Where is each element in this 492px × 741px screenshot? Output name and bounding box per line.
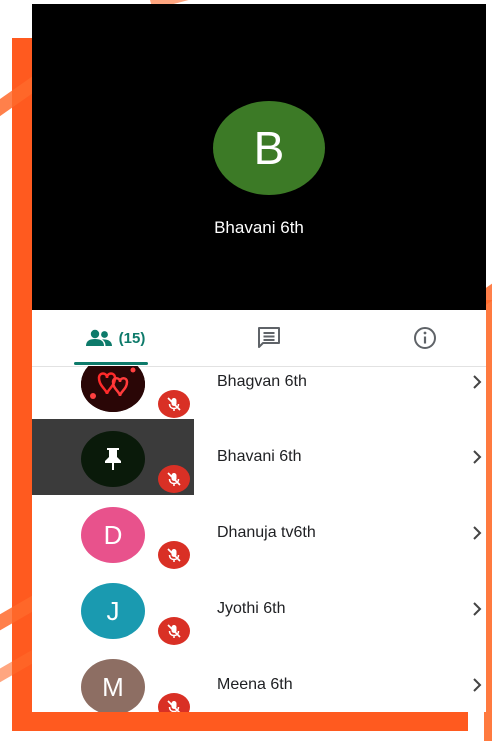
avatar: M bbox=[81, 659, 145, 712]
people-icon bbox=[85, 329, 112, 346]
participant-row[interactable]: J Jyothi 6th bbox=[32, 571, 486, 647]
participant-name: Bhavani 6th bbox=[217, 448, 302, 465]
avatar-cell bbox=[32, 366, 194, 420]
avatar-cell: J bbox=[32, 571, 194, 647]
active-tab-indicator bbox=[74, 362, 148, 365]
mic-off-icon bbox=[158, 541, 190, 569]
mic-off-icon bbox=[158, 617, 190, 645]
chevron-right-icon[interactable] bbox=[472, 419, 482, 495]
avatar bbox=[81, 366, 145, 412]
chevron-right-icon[interactable] bbox=[472, 647, 482, 712]
chevron-right-icon[interactable] bbox=[472, 571, 482, 647]
avatar-cell bbox=[32, 419, 194, 495]
frame-strip-left bbox=[12, 38, 34, 731]
tab-chat[interactable] bbox=[244, 310, 294, 366]
participant-name: Dhanuja tv6th bbox=[217, 524, 316, 541]
mic-off-icon bbox=[158, 390, 190, 418]
tab-people[interactable]: (15) bbox=[72, 310, 158, 366]
frame-strip-bottom bbox=[12, 712, 468, 731]
mic-off-icon bbox=[158, 465, 190, 493]
participant-name: Meena 6th bbox=[217, 676, 293, 693]
main-avatar: B bbox=[213, 101, 325, 195]
avatar: D bbox=[81, 507, 145, 563]
mic-off-icon bbox=[158, 693, 190, 712]
avatar-cell: D bbox=[32, 495, 194, 571]
avatar bbox=[81, 431, 145, 487]
chevron-right-icon[interactable] bbox=[472, 495, 482, 571]
tab-bar: (15) bbox=[32, 310, 486, 367]
participant-row[interactable]: D Dhanuja tv6th bbox=[32, 495, 486, 571]
avatar: J bbox=[81, 583, 145, 639]
main-participant-name: Bhavani 6th bbox=[214, 218, 304, 237]
participant-list[interactable]: Bhagvan 6th Bhavani 6th D Dhanuja tv6th … bbox=[32, 366, 486, 712]
chat-icon bbox=[258, 327, 280, 348]
chevron-right-icon[interactable] bbox=[472, 366, 482, 420]
tab-info[interactable] bbox=[400, 310, 450, 366]
meeting-screen: B Bhavani 6th (15) Bhagvan 6th Bhavani 6… bbox=[32, 4, 486, 712]
info-icon bbox=[414, 327, 436, 349]
participant-name: Bhagvan 6th bbox=[217, 373, 307, 390]
main-video-tile[interactable]: B Bhavani 6th bbox=[32, 4, 486, 310]
people-count: (15) bbox=[118, 329, 146, 347]
pin-icon bbox=[105, 448, 121, 470]
hearts-photo-icon bbox=[81, 366, 145, 412]
participant-row[interactable]: Bhagvan 6th bbox=[32, 366, 486, 420]
participant-row[interactable]: M Meena 6th bbox=[32, 647, 486, 712]
avatar-cell: M bbox=[32, 647, 194, 712]
participant-row[interactable]: Bhavani 6th bbox=[32, 419, 486, 495]
participant-name: Jyothi 6th bbox=[217, 600, 286, 617]
